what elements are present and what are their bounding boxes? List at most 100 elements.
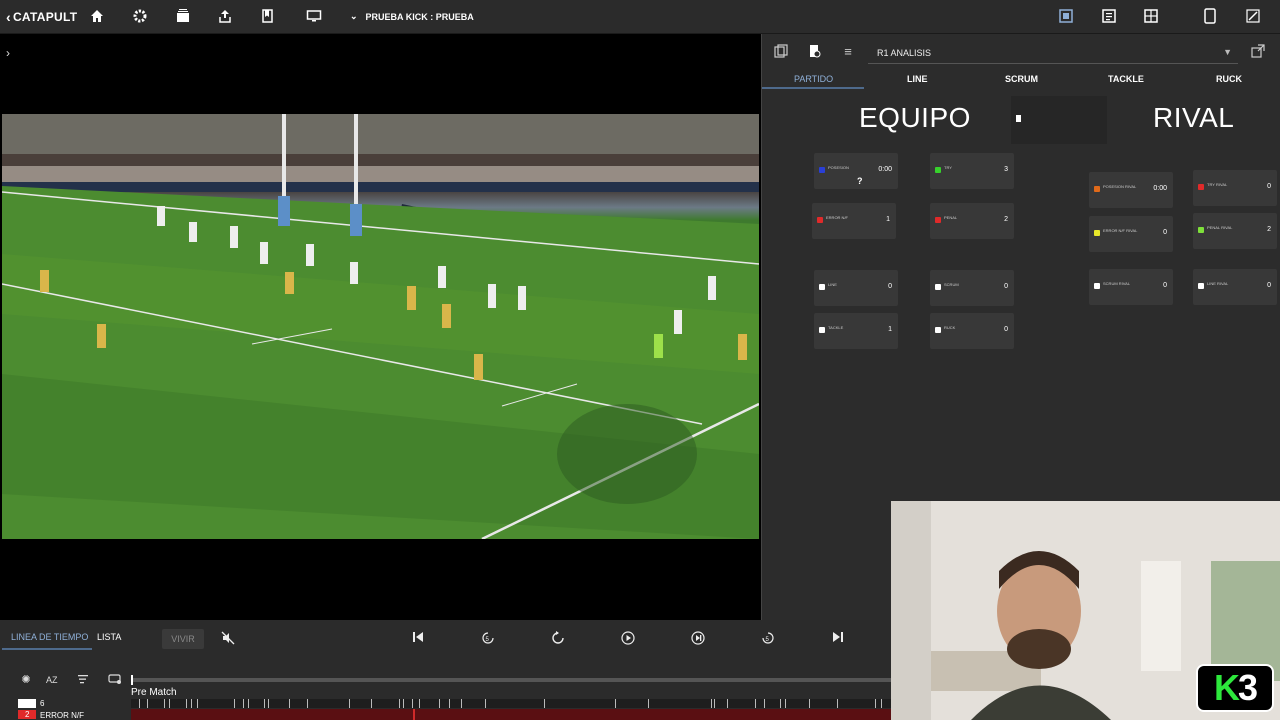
stat-posesion[interactable]: POSESION 0:00 ? [814,153,898,189]
share-upload-icon[interactable] [216,8,234,26]
stat-label: TRY RIVAL [1207,182,1228,187]
mute-icon[interactable] [220,631,236,647]
line-rival-color-dot [1198,283,1204,289]
timeline-events-strip[interactable] [131,699,891,708]
skip-start-icon[interactable] [410,631,426,647]
tab-tackle[interactable]: TACKLE [1108,74,1144,84]
flag-icon [1016,115,1021,122]
stat-penal[interactable]: PENAL 2 [930,203,1014,239]
tab-scrum[interactable]: SCRUM [1005,74,1038,84]
stat-scrum-rival[interactable]: SCRUM RIVAL 0 [1089,269,1173,305]
error-rival-color-dot [1094,230,1100,236]
stat-try[interactable]: TRY 3 [930,153,1014,189]
k3-logo: K3 [1196,664,1274,712]
tab-partido[interactable]: PARTIDO [794,74,833,84]
webcam-overlay: K3 [891,501,1280,720]
stat-label: PENAL RIVAL [1207,225,1233,230]
code-window-selector[interactable]: R1 ANALISIS ▼ [868,42,1238,64]
filter-icon[interactable] [108,673,122,687]
monitor-icon[interactable] [305,8,323,26]
bookmarks-icon[interactable] [259,8,277,26]
rival-label: RIVAL [1153,102,1235,133]
posesion-color-dot [819,167,825,173]
popout-icon[interactable] [1250,44,1266,60]
sort-lines-icon[interactable] [76,673,90,687]
stat-label: LINE RIVAL [1207,281,1229,286]
chevron-down-icon: ⌄ [350,11,358,21]
error-event-marker[interactable] [413,709,415,720]
stat-line-rival[interactable]: LINE RIVAL 0 [1193,269,1277,305]
play-icon[interactable] [620,631,636,647]
panel-tabs: PARTIDO LINE SCRUM TACKLE RUCK [762,70,1280,89]
copy-panel-icon[interactable] [773,44,789,60]
rugby-field-image [2,114,759,539]
layout-grid-icon[interactable] [1142,8,1160,26]
posesion-rival-color-dot [1094,186,1100,192]
stat-scrum[interactable]: SCRUM 0 [930,270,1014,306]
tab-list[interactable]: LISTA [97,632,121,642]
scrum-color-dot [935,284,941,290]
skip-end-icon[interactable] [830,631,846,647]
layout-list-icon[interactable] [1100,8,1118,26]
stat-value: 1 [886,216,890,223]
svg-text:AZ: AZ [46,675,58,685]
expand-sidebar-chevron-icon[interactable]: › [6,46,10,60]
playhead[interactable] [131,675,133,685]
live-button[interactable]: VIVIR [162,629,204,649]
tab-ruck[interactable]: RUCK [1216,74,1242,84]
top-toolbar: ‹ CATAPULT ⌄ PRUEBA KICK : PRUEBA [0,0,1280,34]
panel-header: ≡ R1 ANALISIS ▼ [762,34,1280,70]
stat-label: ERROR N/F [826,215,848,220]
stat-label: TACKLE [828,325,844,330]
menu-icon[interactable]: ≡ [840,44,856,60]
selector-value: R1 ANALISIS [877,48,932,58]
stat-value: 0 [888,283,892,290]
timeline-scrubber[interactable] [131,675,891,685]
svg-text:5: 5 [486,637,490,643]
stat-value: 0 [1267,183,1271,190]
fullscreen-icon[interactable] [1244,8,1262,26]
match-video-frame[interactable] [2,114,759,539]
video-player-area: › [0,34,761,620]
error-row-count: 2 [25,710,30,719]
pre-match-label: Pre Match [131,687,177,698]
stat-error-nf[interactable]: ERROR N/F 1 [812,203,896,239]
stat-ruck[interactable]: RUCK 0 [930,313,1014,349]
stat-penal-rival[interactable]: PENAL RIVAL 2 [1193,213,1277,249]
tablet-icon[interactable] [1201,8,1219,26]
layout-single-icon[interactable] [1057,8,1075,26]
stat-error-rival[interactable]: ERROR N/F RIVAL 0 [1089,216,1173,252]
settings-gear-icon[interactable] [131,8,149,26]
brand-logo[interactable]: ‹ CATAPULT [6,9,77,25]
tab-timeline[interactable]: LINEA DE TIEMPO [11,632,88,642]
tab-line[interactable]: LINE [907,74,928,84]
dropdown-arrow-icon: ▼ [1223,47,1232,57]
project-title: PRUEBA KICK : PRUEBA [365,11,474,22]
line-color-dot [819,284,825,290]
logo-k: K [1213,667,1240,708]
rewind-5-icon[interactable]: 5 [480,631,496,647]
forward-frame-icon[interactable] [690,631,706,647]
ruck-color-dot [935,327,941,333]
edit-panel-icon[interactable] [806,44,822,60]
error-nf-track[interactable] [131,709,891,720]
sort-az-icon[interactable]: AZ [46,673,60,687]
stat-value: 2 [1004,216,1008,223]
svg-text:5: 5 [766,637,770,643]
stat-try-rival[interactable]: TRY RIVAL 0 [1193,170,1277,206]
project-selector[interactable]: ⌄ PRUEBA KICK : PRUEBA [350,11,474,22]
stat-value: 1 [888,326,892,333]
try-color-dot [935,167,941,173]
stat-tackle[interactable]: TACKLE 1 [814,313,898,349]
penal-color-dot [935,217,941,223]
replay-icon[interactable] [550,631,566,647]
media-library-icon[interactable] [174,8,192,26]
stat-posesion-rival[interactable]: POSESION RIVAL 0:00 [1089,172,1173,208]
palette-icon[interactable]: ✺ [19,673,33,687]
brand-name: CATAPULT [12,10,78,24]
home-icon[interactable] [88,8,106,26]
stat-line[interactable]: LINE 0 [814,270,898,306]
stat-value: 0 [1004,326,1008,333]
forward-5-icon[interactable]: 5 [760,631,776,647]
active-bottom-tab-indicator [2,648,92,650]
